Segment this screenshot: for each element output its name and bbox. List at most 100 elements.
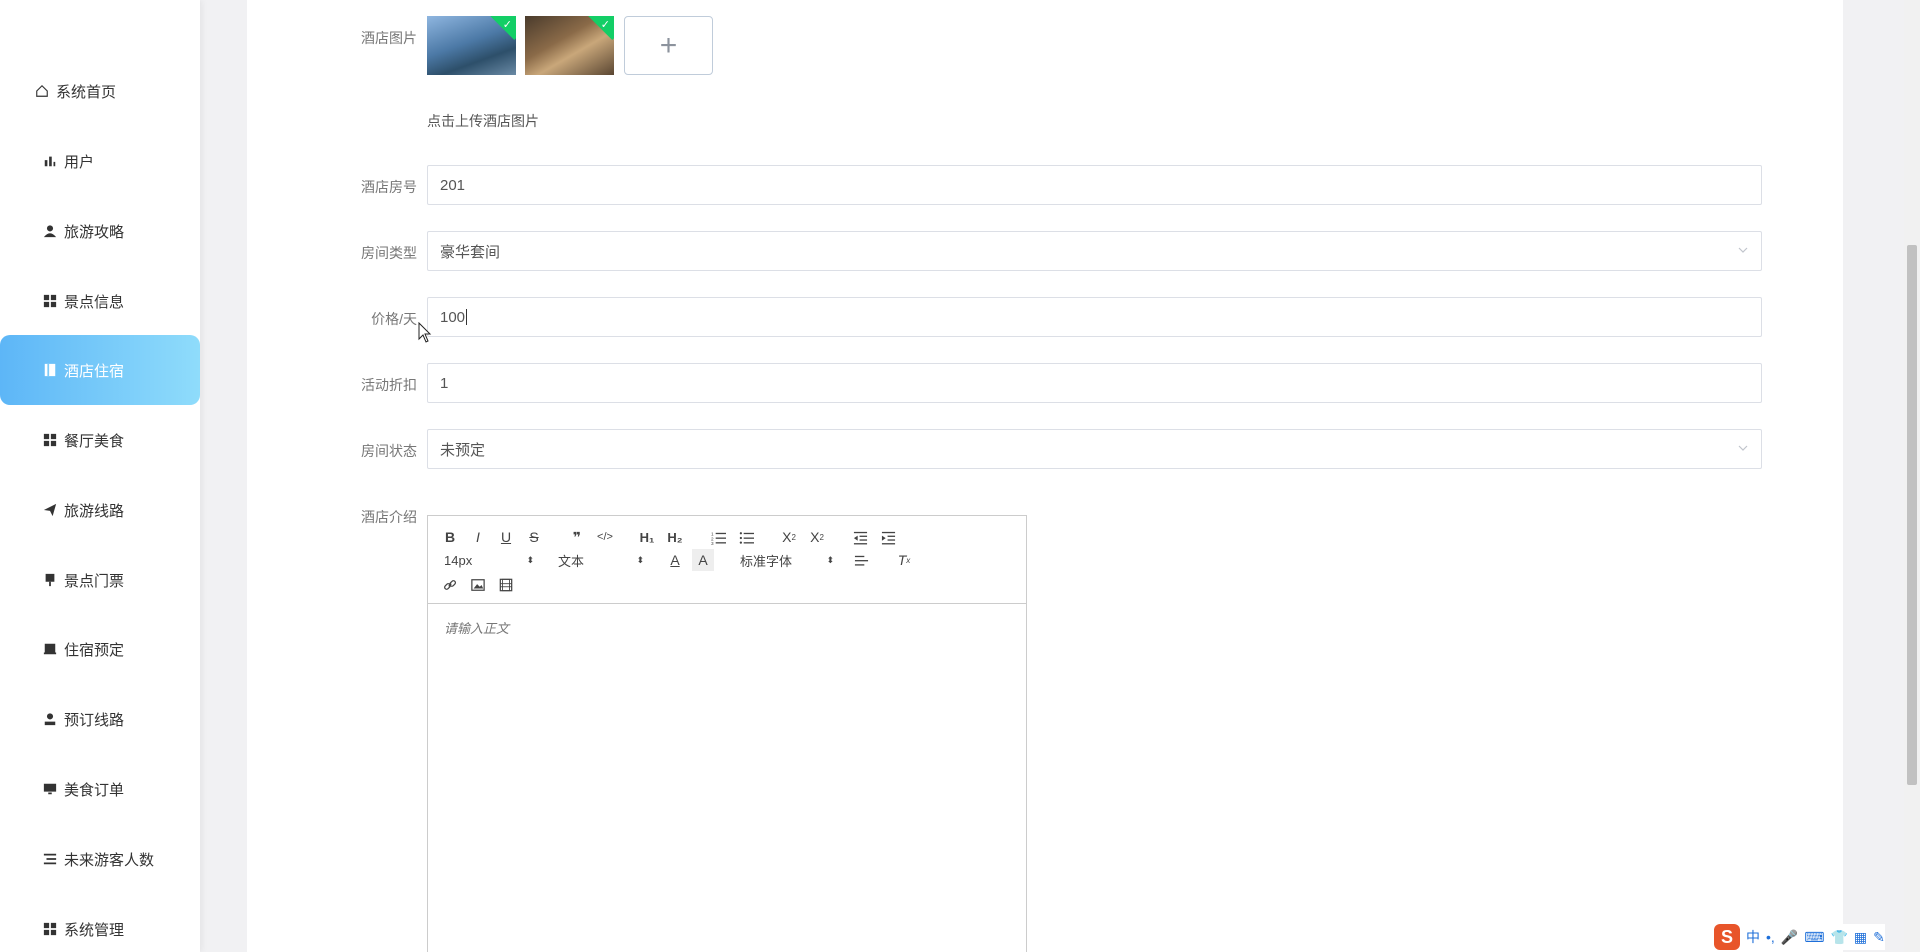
price-label: 价格/天 (371, 311, 417, 327)
font-family-value: 标准字体 (740, 553, 793, 569)
sidebar-item-users[interactable]: 用户 (0, 126, 200, 196)
grid-icon (42, 432, 58, 448)
font-family-picker[interactable]: 标准字体 ⬍ (740, 550, 834, 570)
sidebar-item-home[interactable]: 系统首页 (0, 56, 200, 126)
header-picker-value: 文本 (558, 553, 585, 569)
page-scrollbar[interactable] (1904, 0, 1920, 952)
h2-icon[interactable]: H₂ (664, 526, 686, 548)
hotel-image-2[interactable]: ✓ (525, 16, 614, 75)
ime-language[interactable]: 中 (1746, 927, 1760, 947)
apps-icon[interactable]: ▦ (1854, 929, 1867, 946)
sidebar-item-label: 预订线路 (64, 711, 125, 729)
sidebar-item-scenic-info[interactable]: 景点信息 (0, 266, 200, 336)
image-icon[interactable] (467, 574, 489, 596)
sidebar-item-routes[interactable]: 旅游线路 (0, 475, 200, 545)
intro-label: 酒店介绍 (361, 509, 417, 525)
sidebar-item-food-orders[interactable]: 美食订单 (0, 754, 200, 824)
sidebar-item-label: 系统首页 (56, 83, 117, 101)
person-icon (42, 711, 58, 727)
text-cursor (466, 309, 468, 325)
price-value: 100 (440, 308, 466, 326)
room-number-label: 酒店房号 (361, 179, 417, 195)
monitor-icon (42, 781, 58, 797)
indent-icon[interactable] (877, 526, 899, 548)
plus-icon: + (659, 28, 678, 62)
link-icon[interactable] (439, 574, 461, 596)
updown-icon: ⬍ (636, 554, 644, 565)
superscript-icon[interactable]: X2 (806, 526, 828, 548)
bed-icon (42, 641, 58, 657)
discount-input[interactable]: 1 (427, 363, 1762, 403)
sidebar-item-restaurant[interactable]: 餐厅美食 (0, 405, 200, 475)
video-icon[interactable] (495, 574, 517, 596)
grid-icon (42, 921, 58, 937)
sidebar-item-visitor-forecast[interactable]: 未来游客人数 (0, 824, 200, 894)
h1-icon[interactable]: H₁ (636, 526, 658, 548)
sidebar: 系统首页 用户 旅游攻略 景点信息 酒店住宿 餐厅美食 旅游线路 景点门票 住宿… (0, 0, 200, 952)
editor-placeholder[interactable]: 请输入正文 (444, 618, 509, 637)
chevron-down-icon (1738, 445, 1748, 451)
check-icon: ✓ (600, 19, 610, 31)
header-picker[interactable]: 文本 ⬍ (558, 550, 644, 570)
tools-icon[interactable]: ✎ (1873, 929, 1885, 946)
code-block-icon[interactable]: </> (594, 526, 616, 548)
sidebar-item-label: 旅游攻略 (64, 223, 125, 241)
hotel-image-1[interactable]: ✓ (427, 16, 516, 75)
list-icon (42, 851, 58, 867)
background-color-icon[interactable]: A (692, 549, 714, 571)
sidebar-item-travel-guide[interactable]: 旅游攻略 (0, 196, 200, 266)
keyboard-icon[interactable]: ⌨ (1804, 929, 1824, 946)
upload-image-button[interactable]: + (624, 16, 713, 75)
sidebar-item-label: 旅游线路 (64, 502, 125, 520)
mouse-cursor-icon (418, 322, 432, 343)
strike-icon[interactable]: S (523, 526, 545, 548)
bar-chart-icon (42, 153, 58, 169)
font-size-picker[interactable]: 14px ⬍ (444, 550, 534, 570)
blockquote-icon[interactable]: ❞ (566, 526, 588, 548)
sidebar-item-tickets[interactable]: 景点门票 (0, 545, 200, 615)
sidebar-item-label: 系统管理 (64, 921, 125, 939)
upload-hint: 点击上传酒店图片 (427, 113, 539, 129)
sidebar-item-label: 美食订单 (64, 781, 125, 799)
discount-value: 1 (440, 374, 449, 392)
price-input[interactable]: 100 (427, 297, 1762, 337)
sidebar-item-route-orders[interactable]: 预订线路 (0, 684, 200, 754)
updown-icon: ⬍ (526, 554, 534, 565)
scrollbar-thumb[interactable] (1907, 245, 1917, 785)
microphone-icon[interactable]: 🎤 (1781, 929, 1798, 946)
underline-icon[interactable]: U (495, 526, 517, 548)
send-icon (42, 502, 58, 518)
bullet-list-icon[interactable] (735, 526, 757, 548)
italic-icon[interactable]: I (467, 526, 489, 548)
room-number-value: 201 (440, 176, 466, 194)
room-number-input[interactable]: 201 (427, 165, 1762, 205)
grid-icon (42, 293, 58, 309)
bold-icon[interactable]: B (439, 526, 461, 548)
room-type-label: 房间类型 (361, 245, 417, 261)
room-status-label: 房间状态 (361, 443, 417, 459)
updown-icon: ⬍ (826, 554, 834, 565)
ime-punctuation[interactable]: •, (1766, 929, 1775, 945)
sidebar-item-label: 餐厅美食 (64, 432, 125, 450)
skin-icon[interactable]: 👕 (1830, 929, 1847, 946)
subscript-icon[interactable]: X2 (778, 526, 800, 548)
sidebar-item-booking[interactable]: 住宿预定 (0, 614, 200, 684)
svg-text:3: 3 (711, 541, 714, 545)
ordered-list-icon[interactable]: 123 (707, 526, 729, 548)
ime-toolbar: S 中 •, 🎤 ⌨ 👕 ▦ ✎ (1714, 924, 1885, 950)
room-status-select[interactable]: 未预定 (427, 429, 1762, 469)
sidebar-item-system[interactable]: 系统管理 (0, 894, 200, 952)
align-icon[interactable] (850, 549, 872, 571)
rich-text-editor: B I U S ❞ </> H₁ H₂ 123 X2 X2 14px ⬍ 文本 … (427, 515, 1027, 952)
sidebar-item-hotel[interactable]: 酒店住宿 (0, 335, 200, 405)
outdent-icon[interactable] (849, 526, 871, 548)
clear-format-icon[interactable]: Tx (893, 549, 915, 571)
room-status-value: 未预定 (440, 441, 486, 459)
sogou-logo-icon[interactable]: S (1714, 924, 1740, 950)
chevron-down-icon (1738, 247, 1748, 253)
sidebar-item-label: 景点信息 (64, 293, 125, 311)
font-color-icon[interactable]: A (664, 549, 686, 571)
room-type-select[interactable]: 豪华套间 (427, 231, 1762, 271)
sidebar-item-label: 住宿预定 (64, 641, 125, 659)
discount-label: 活动折扣 (361, 377, 417, 393)
